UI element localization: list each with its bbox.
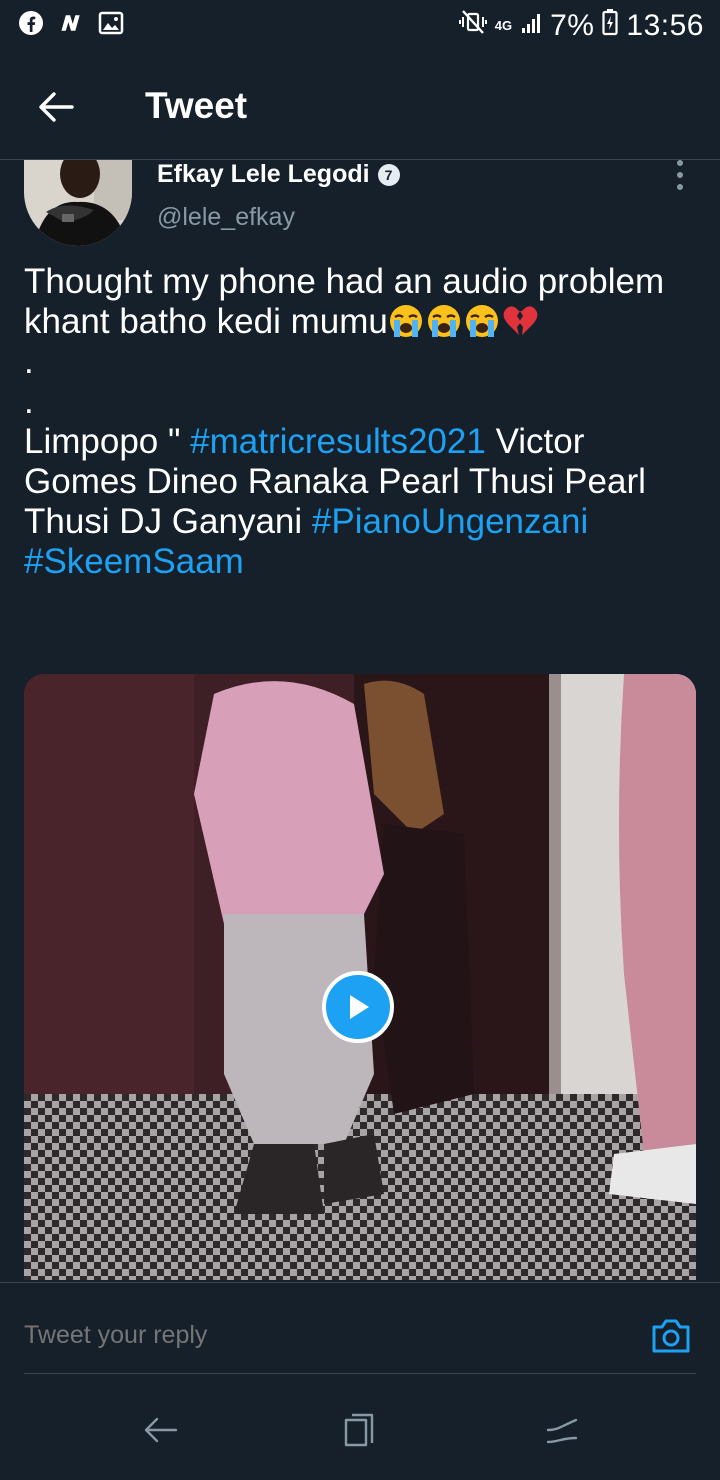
more-dot xyxy=(677,172,683,178)
back-button[interactable] xyxy=(34,85,78,129)
page-title: Tweet xyxy=(145,85,248,126)
tweet-line: . xyxy=(24,382,34,421)
author-name[interactable]: Efkay Lele Legodi 7 xyxy=(157,160,400,189)
system-nav-bar xyxy=(0,1380,720,1480)
loudly-crying-face-icon xyxy=(465,305,498,337)
nav-back-button[interactable] xyxy=(140,1410,180,1450)
network-type: 4G xyxy=(494,18,513,33)
news-icon xyxy=(58,10,84,36)
tweet-line-text: Thusi DJ Ganyani xyxy=(24,502,312,541)
system-status: 4G 7% 13:56 xyxy=(458,8,704,44)
nav-home-button[interactable] xyxy=(542,1410,582,1450)
back-arrow-icon xyxy=(39,92,74,122)
camera-icon xyxy=(652,1319,690,1353)
more-dot xyxy=(677,160,683,166)
loudly-crying-face-icon xyxy=(389,305,422,337)
loudly-crying-face-icon xyxy=(427,305,460,337)
tweet-line-text: Limpopo " xyxy=(24,422,191,461)
gallery-icon xyxy=(98,10,124,36)
battery-percent: 7% xyxy=(550,9,595,42)
clock: 13:56 xyxy=(626,9,704,42)
tweet-line: #SkeemSaam xyxy=(24,542,704,582)
video-thumbnail[interactable] xyxy=(24,674,696,1280)
hashtag-link[interactable]: #matricresults2021 xyxy=(190,422,486,461)
tweet-line: Gomes Dineo Ranaka Pearl Thusi Pearl xyxy=(24,462,646,501)
tweet-line: khant batho kedi mumu xyxy=(24,302,704,342)
more-dot xyxy=(677,184,683,190)
tweet-line: . xyxy=(24,342,34,381)
battery-icon xyxy=(602,8,619,44)
verified-badge: 7 xyxy=(377,163,400,186)
nav-recents-button[interactable] xyxy=(340,1410,380,1450)
more-options-button[interactable] xyxy=(666,160,694,190)
avatar[interactable] xyxy=(24,160,132,246)
tweet-text: Thought my phone had an audio problem kh… xyxy=(24,262,704,582)
reply-input[interactable] xyxy=(24,1321,544,1350)
reply-bar xyxy=(0,1282,720,1375)
signal-icon xyxy=(520,9,542,43)
play-icon xyxy=(350,995,369,1019)
tweet-line: Thusi DJ Ganyani #PianoUngenzani xyxy=(24,502,704,542)
reply-divider xyxy=(24,1373,696,1374)
tweet-line-text: Victor xyxy=(485,422,585,461)
camera-button[interactable] xyxy=(650,1315,692,1357)
top-app-bar: Tweet xyxy=(0,55,720,160)
mute-vibrate-icon xyxy=(458,9,487,43)
status-bar: 4G 7% 13:56 xyxy=(0,0,720,50)
home-nav-icon xyxy=(546,1418,578,1444)
author-name-text: Efkay Lele Legodi xyxy=(157,160,370,188)
back-nav-icon xyxy=(144,1417,178,1443)
broken-heart-icon xyxy=(503,306,538,335)
notification-icons xyxy=(18,10,124,36)
hashtag-link[interactable]: #PianoUngenzani xyxy=(312,502,588,541)
play-button[interactable] xyxy=(322,971,394,1043)
tweet-line-text: khant batho kedi mumu xyxy=(24,302,388,341)
facebook-icon xyxy=(18,10,44,36)
recents-icon xyxy=(344,1413,374,1447)
hashtag-link[interactable]: #SkeemSaam xyxy=(24,542,244,581)
tweet-line: Thought my phone had an audio problem xyxy=(24,262,665,301)
author-handle[interactable]: @lele_efkay xyxy=(157,203,295,232)
tweet-line: Limpopo " #matricresults2021 Victor xyxy=(24,422,704,462)
